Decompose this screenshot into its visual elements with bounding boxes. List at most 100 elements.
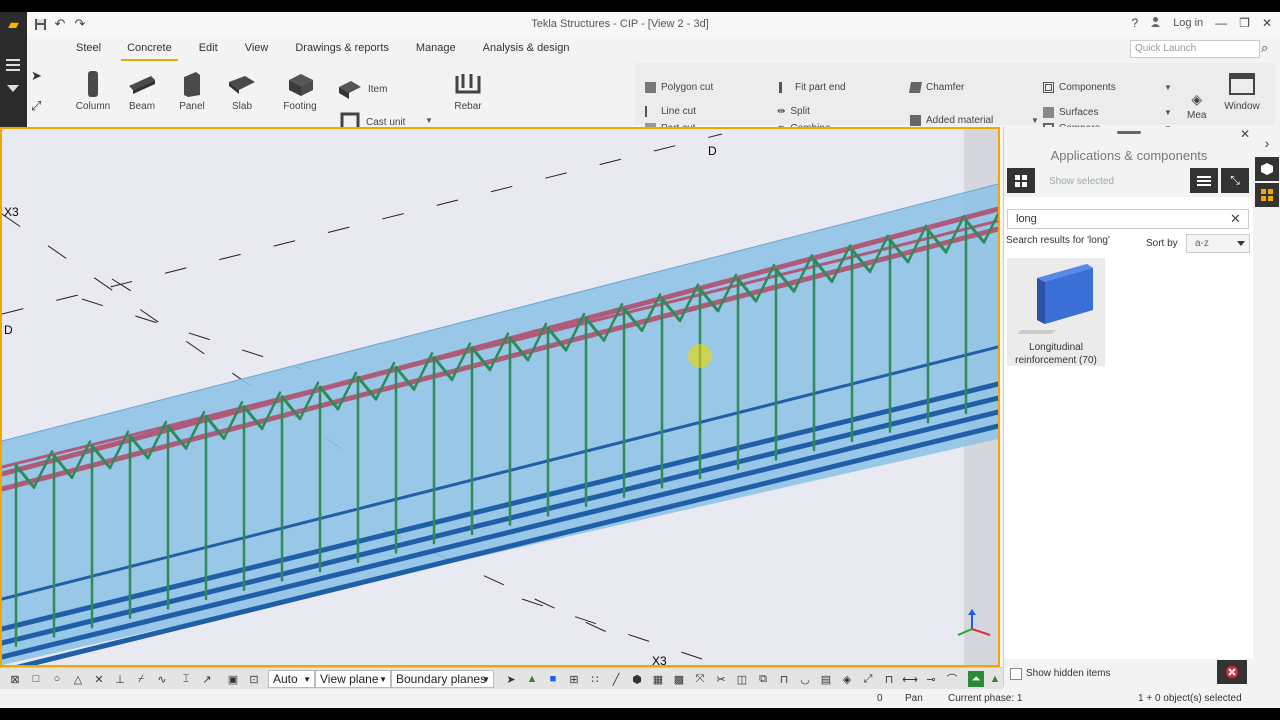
select-shape-icon[interactable]: ◡ xyxy=(797,671,813,687)
window-label: Window xyxy=(1224,101,1260,112)
beam-button[interactable]: Beam xyxy=(117,67,167,112)
surfaces-dropdown-icon[interactable]: ▼ xyxy=(1164,108,1172,117)
model-view-3d[interactable]: X3 D D X3 xyxy=(0,127,1000,667)
panel-label: Panel xyxy=(179,101,205,112)
help-icon[interactable]: ? xyxy=(1132,16,1139,30)
rebar-button[interactable]: Rebar xyxy=(443,67,493,112)
select-grid-icon[interactable]: ⊞ xyxy=(566,671,582,687)
select-line-icon[interactable]: ╱ xyxy=(608,671,624,687)
plane-select[interactable]: View plane ▼ xyxy=(315,670,391,688)
polygon-cut-button[interactable]: Polygon cut xyxy=(645,82,713,93)
select-grid2-icon[interactable]: ▦ xyxy=(650,671,666,687)
select-bolt-icon[interactable]: ⤧ xyxy=(692,671,708,687)
select-distance-icon[interactable]: ⤢ xyxy=(860,671,876,687)
panel-drag-handle[interactable] xyxy=(1117,131,1141,134)
snap-intersection-icon[interactable]: ✕ xyxy=(91,671,107,687)
measure-button[interactable]: ◈ Mea xyxy=(1187,91,1206,121)
panel-button[interactable]: Panel xyxy=(167,67,217,112)
model-cube-icon[interactable] xyxy=(1255,157,1279,181)
show-hidden-checkbox[interactable] xyxy=(1010,668,1022,680)
chamfer-button[interactable]: Chamfer xyxy=(909,82,964,93)
chevron-right-icon[interactable]: › xyxy=(1255,131,1279,155)
close-button[interactable]: ✕ xyxy=(1262,16,1272,30)
snap-curve-icon[interactable]: ∿ xyxy=(154,671,170,687)
select-arrow-icon[interactable]: ➤ xyxy=(31,68,42,84)
select-object-icon[interactable]: ■ xyxy=(545,671,561,687)
snap-extension-icon[interactable]: ⌶ xyxy=(178,671,194,687)
select-connection-icon[interactable]: ⊸ xyxy=(923,671,939,687)
select-curve-icon[interactable]: ⌒ xyxy=(944,671,960,687)
select-cut-icon[interactable]: ✂ xyxy=(713,671,729,687)
model-scene[interactable] xyxy=(2,129,998,665)
select-dimension-icon[interactable]: ⟷ xyxy=(902,671,918,687)
tab-analysis-design[interactable]: Analysis & design xyxy=(483,37,570,59)
grid-view-icon[interactable] xyxy=(1007,168,1035,193)
snap-icon[interactable]: ⤢ xyxy=(31,98,41,114)
snap-depth-select[interactable]: Auto ▼ xyxy=(268,670,315,688)
snap-geometry-icon[interactable]: □ xyxy=(28,671,44,687)
chevron-down-icon[interactable] xyxy=(7,85,19,92)
tab-drawings-reports[interactable]: Drawings & reports xyxy=(295,37,389,59)
fit-part-end-button[interactable]: Fit part end xyxy=(779,82,846,93)
collapse-icon[interactable]: ⤡ xyxy=(1221,168,1249,193)
select-highlight-icon[interactable]: ⏶ xyxy=(968,671,984,687)
components-dropdown-icon[interactable]: ▼ xyxy=(1164,83,1172,92)
snap-circle-icon[interactable]: ○ xyxy=(49,671,65,687)
show-selected-link[interactable]: Show selected xyxy=(1049,176,1114,187)
snap-reference-icon[interactable]: ⊠ xyxy=(7,671,23,687)
search-icon[interactable]: ⌕ xyxy=(1261,40,1268,56)
list-view-icon[interactable] xyxy=(1190,168,1218,193)
select-layer-icon[interactable]: ◈ xyxy=(839,671,855,687)
tab-steel[interactable]: Steel xyxy=(76,37,101,59)
applications-components-icon[interactable] xyxy=(1255,183,1279,207)
tab-manage[interactable]: Manage xyxy=(416,37,456,59)
select-pointer-icon[interactable]: ➤ xyxy=(503,671,519,687)
boundary-planes-select[interactable]: Boundary planes ▼ xyxy=(391,670,494,688)
component-card-longitudinal-reinforcement[interactable]: Longitudinal reinforcement (70) xyxy=(1007,258,1105,366)
stop-icon[interactable] xyxy=(1217,660,1247,684)
select-rebar-icon[interactable]: ⊓ xyxy=(776,671,792,687)
panel-close-icon[interactable]: ✕ xyxy=(1240,127,1250,141)
components-button[interactable]: Components xyxy=(1043,82,1116,93)
footing-label: Footing xyxy=(283,101,317,112)
added-material-button[interactable]: Added material xyxy=(910,115,993,126)
component-search-input[interactable]: long xyxy=(1007,209,1249,229)
select-cube-icon[interactable]: ⬢ xyxy=(629,671,645,687)
snap-zoom-icon[interactable]: ⊡ xyxy=(246,671,262,687)
snap-line-icon[interactable]: ⌿ xyxy=(133,671,149,687)
snap-free-icon[interactable]: ↗ xyxy=(199,671,215,687)
cast-unit-dropdown-icon[interactable]: ▼ xyxy=(425,116,433,125)
select-stirrup-icon[interactable]: ⊓ xyxy=(881,671,897,687)
sort-by-label: Sort by xyxy=(1146,238,1178,249)
select-more-icon[interactable]: ▲ xyxy=(987,671,1003,687)
panel-title: Applications & components xyxy=(1050,148,1208,163)
select-plane-icon[interactable]: ▩ xyxy=(671,671,687,687)
window-button[interactable]: Window xyxy=(1217,67,1267,112)
snap-plane-icon[interactable]: ▣ xyxy=(225,671,241,687)
snap-perpendicular-icon[interactable]: ⊥ xyxy=(112,671,128,687)
select-part-icon[interactable]: ▲ xyxy=(524,671,540,687)
footing-button[interactable]: Footing xyxy=(275,67,325,112)
maximize-button[interactable]: ❐ xyxy=(1239,16,1250,30)
added-material-dropdown-icon[interactable]: ▼ xyxy=(1031,116,1039,125)
select-weld-icon[interactable]: ⧉ xyxy=(755,671,771,687)
sort-select[interactable]: a-z xyxy=(1186,234,1250,253)
snap-triangle-icon[interactable]: △ xyxy=(70,671,86,687)
tab-edit[interactable]: Edit xyxy=(199,37,218,59)
split-button[interactable]: ⇹ Split xyxy=(777,106,810,117)
tab-concrete[interactable]: Concrete xyxy=(121,37,178,61)
slab-button[interactable]: Slab xyxy=(217,67,267,112)
select-assembly-icon[interactable]: ◫ xyxy=(734,671,750,687)
minimize-button[interactable]: — xyxy=(1215,16,1227,30)
line-cut-button[interactable]: Line cut xyxy=(645,106,696,117)
hamburger-menu-icon[interactable] xyxy=(6,59,20,74)
column-button[interactable]: Column xyxy=(68,67,118,112)
quick-launch-input[interactable]: Quick Launch xyxy=(1130,40,1260,58)
tab-view[interactable]: View xyxy=(245,37,269,59)
login-link[interactable]: Log in xyxy=(1173,17,1203,29)
select-surface-icon[interactable]: ▤ xyxy=(818,671,834,687)
clear-search-icon[interactable]: ✕ xyxy=(1230,211,1241,227)
select-points-icon[interactable]: ∷ xyxy=(587,671,603,687)
item-button[interactable]: Item xyxy=(337,79,387,99)
surfaces-button[interactable]: Surfaces xyxy=(1043,107,1098,118)
